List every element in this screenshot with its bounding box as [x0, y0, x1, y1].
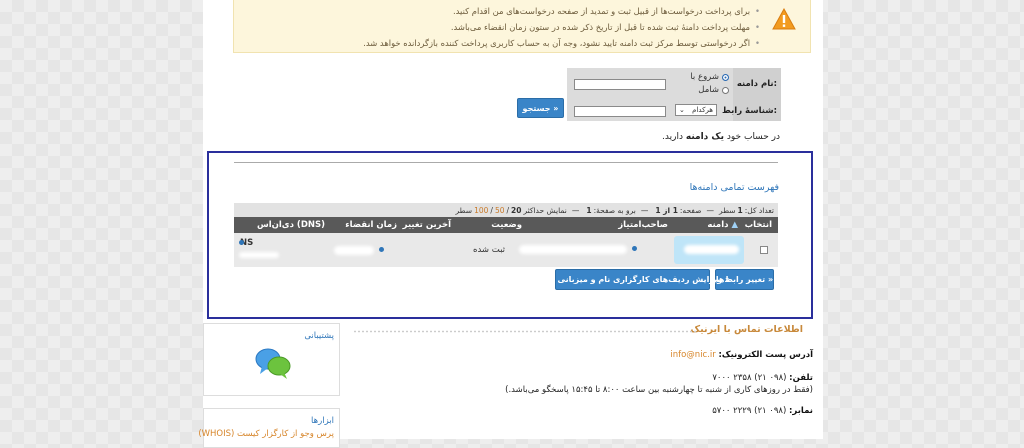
divider: [234, 162, 778, 163]
column-last-change[interactable]: آخرین تغییر: [403, 220, 451, 230]
redacted-dns: [239, 252, 279, 258]
email-link[interactable]: info@nic.ir: [670, 350, 715, 360]
contact-title: اطلاعات تماس با ایرنیک: [690, 324, 803, 335]
row-checkbox[interactable]: [760, 246, 768, 254]
radio-starts-with-label: شروع با: [690, 72, 719, 82]
domain-list-title: فهرست تمامی دامنه‌ها: [689, 182, 779, 193]
page-size-option[interactable]: 100: [474, 206, 488, 215]
total-label: تعداد کل:: [744, 205, 774, 215]
goto-page-link[interactable]: 1: [586, 206, 591, 215]
domain-name-input[interactable]: [574, 79, 666, 90]
account-prefix: در حساب خود: [726, 132, 780, 142]
page-label: صفحه:: [679, 205, 702, 215]
column-status[interactable]: وضعیت: [491, 220, 522, 230]
column-domain-label: دامنه: [707, 220, 729, 230]
radio-starts-with-input[interactable]: [722, 73, 729, 81]
contact-phone: تلفن: (۰۹۸ ۲۱) ۲۳۵۸ ۷۰۰۰: [712, 373, 813, 383]
phone-label: تلفن:: [789, 373, 813, 383]
page-size-option[interactable]: 50: [495, 206, 505, 215]
redacted-holder: [519, 245, 627, 254]
handle-type-select-value: هرکدام: [692, 106, 713, 114]
column-select: انتخاب: [744, 220, 772, 230]
support-title[interactable]: پشتیبانی: [304, 331, 334, 341]
whois-link[interactable]: پرس وجو از کارگزار کیست (WHOIS): [198, 429, 334, 439]
radio-contains-label: شامل: [698, 85, 719, 95]
handle-label: شناسهٔ رابط:: [722, 106, 777, 116]
account-count: یک دامنه: [685, 132, 725, 142]
radio-contains[interactable]: شامل: [698, 85, 729, 95]
notice-item: برای پرداخت درخواست‌ها از قبیل ثبت و تمد…: [363, 3, 760, 19]
contact-fax: نمابر: (۰۹۸ ۲۱) ۲۲۲۹ ۵۷۰۰: [712, 406, 813, 416]
support-widget: پشتیبانی: [203, 323, 340, 396]
show-max-label: نمایش حداکثر: [523, 205, 567, 215]
radio-contains-input[interactable]: [722, 86, 729, 94]
page-value: 1 از 1: [655, 205, 678, 215]
account-summary: در حساب خود یک دامنه دارید.: [662, 132, 780, 142]
goto-label: برو به صفحهٔ:: [593, 205, 636, 215]
warning-triangle-icon: [772, 8, 796, 30]
search-button[interactable]: جستجو »: [517, 98, 564, 118]
total-value: 1: [737, 205, 743, 215]
status-value: ثبت شده: [473, 245, 506, 255]
fax-value: (۰۹۸ ۲۱) ۲۲۲۹ ۵۷۰۰: [712, 406, 787, 416]
column-holder[interactable]: صاحب‌امتیاز: [618, 220, 668, 230]
redacted-expiry: [334, 246, 374, 255]
notice-item: اگر درخواستی توسط مرکز ثبت دامنه تایید ن…: [363, 35, 760, 51]
page-size-option[interactable]: 20: [511, 206, 521, 215]
account-suffix: دارید.: [662, 132, 683, 142]
dotted-separator: [353, 330, 696, 333]
column-expiry[interactable]: زمان انقضاء: [345, 220, 397, 230]
notice-item: مهلت پرداخت دامنهٔ ثبت شده تا قبل از تار…: [363, 19, 760, 35]
pagination-bar: تعداد کل: 1 سطر — صفحه: 1 از 1 — برو به …: [234, 203, 778, 217]
expiry-link-icon[interactable]: [379, 247, 384, 252]
tools-widget: ابزارها پرس وجو از کارگزار کیست (WHOIS): [198, 408, 340, 448]
search-labels: نام دامنه: شناسهٔ رابط:: [722, 68, 781, 121]
tools-title: ابزارها: [311, 416, 334, 426]
table-header: انتخاب دامنه ▲ صاحب‌امتیاز وضعیت آخرین ت…: [234, 217, 778, 233]
notice-list: برای پرداخت درخواست‌ها از قبیل ثبت و تمد…: [363, 3, 760, 51]
total-unit: سطر: [718, 205, 736, 215]
contact-hours: (فقط در روزهای کاری از شنبه تا چهارشنبه …: [505, 385, 813, 395]
handle-input[interactable]: [574, 106, 666, 117]
domain-name-label: نام دامنه:: [736, 79, 777, 89]
chevron-down-icon: ⌄: [679, 106, 685, 114]
rows-unit: سطر: [455, 205, 473, 215]
fax-label: نمابر:: [789, 406, 813, 416]
phone-value: (۰۹۸ ۲۱) ۲۳۵۸ ۷۰۰۰: [712, 373, 787, 383]
contact-email: آدرس پست الکترونیک: info@nic.ir: [670, 350, 813, 360]
chat-bubbles-icon[interactable]: [254, 346, 292, 380]
column-dns[interactable]: دی‌ان‌اس (DNS): [257, 220, 325, 230]
redacted-domain: [684, 245, 739, 254]
edit-dns-button[interactable]: ویرایش ردیف‌های کارگزاری نام و میزبانی د…: [535, 269, 730, 290]
table-row: ثبت شده NS: [234, 233, 778, 267]
holder-link-icon[interactable]: [632, 246, 637, 251]
email-label: آدرس پست الکترونیک:: [718, 350, 813, 360]
sort-arrow-icon: ▲: [731, 220, 738, 230]
notice-box: برای پرداخت درخواست‌ها از قبیل ثبت و تمد…: [233, 0, 811, 53]
handle-type-select[interactable]: هرکدام ⌄: [675, 104, 717, 116]
radio-starts-with[interactable]: شروع با: [690, 72, 729, 82]
dns-link-icon[interactable]: [239, 240, 244, 245]
column-domain[interactable]: دامنه ▲: [707, 220, 738, 230]
